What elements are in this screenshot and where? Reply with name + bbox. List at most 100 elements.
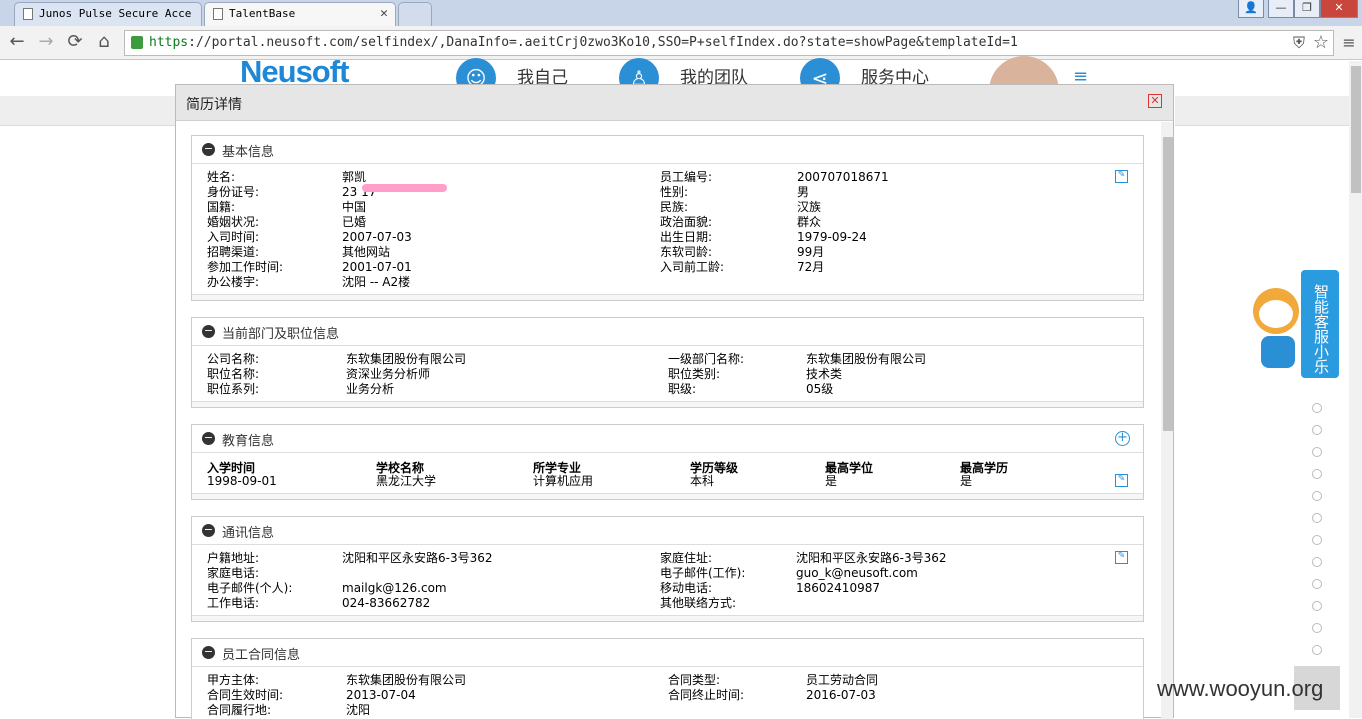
field-value: 18602410987	[796, 581, 880, 595]
edit-icon[interactable]: ✎	[1115, 551, 1128, 564]
field-label: 家庭电话:	[207, 566, 260, 580]
page-dot[interactable]	[1312, 579, 1322, 589]
field-label: 入司时间:	[207, 230, 260, 244]
field-label: 职位名称:	[207, 367, 260, 381]
page-dot[interactable]	[1312, 447, 1322, 457]
url-rest: ://portal.neusoft.com/selfindex/,DanaInf…	[188, 35, 1018, 50]
section-education: − 教育信息 + 入学时间 学校名称 所学专业 学历等级 最高学位 最高学历 1…	[191, 424, 1144, 500]
shield-icon[interactable]: ⛨	[1287, 31, 1311, 55]
field-value: 资深业务分析师	[346, 367, 431, 381]
page-dot[interactable]	[1312, 623, 1322, 633]
page-dot[interactable]	[1312, 601, 1322, 611]
user-icon[interactable]: 👤	[1238, 0, 1264, 18]
field-value: 其他网站	[342, 245, 391, 259]
page-dot[interactable]	[1312, 403, 1322, 413]
section-header[interactable]: − 员工合同信息	[192, 639, 1143, 667]
back-icon[interactable]: ←	[5, 30, 29, 54]
page-dot[interactable]	[1312, 535, 1322, 545]
star-icon[interactable]: ☆	[1309, 31, 1333, 55]
field-value: 汉族	[797, 200, 822, 214]
field-value: 200707018671	[797, 170, 889, 184]
section-footer	[192, 493, 1143, 499]
page-dot[interactable]	[1312, 645, 1322, 655]
field-label: 合同生效时间:	[207, 688, 284, 702]
collapse-icon[interactable]: −	[202, 143, 215, 156]
field-label: 家庭住址:	[660, 551, 713, 565]
edit-icon[interactable]: ✎	[1115, 170, 1128, 183]
collapse-icon[interactable]: −	[202, 432, 215, 445]
section-header[interactable]: − 教育信息 +	[192, 425, 1143, 453]
page-dot[interactable]	[1312, 425, 1322, 435]
table-cell: 计算机应用	[533, 474, 594, 488]
restore-button[interactable]: ❐	[1294, 0, 1320, 18]
section-title: 基本信息	[222, 145, 275, 160]
modal-scrollbar-thumb[interactable]	[1163, 137, 1173, 431]
modal-header: 简历详情 ✕	[176, 85, 1173, 121]
section-contract: − 员工合同信息 甲方主体: 东软集团股份有限公司 合同生效时间: 2013-0…	[191, 638, 1144, 719]
field-label: 员工编号:	[660, 170, 713, 184]
field-label: 合同履行地:	[207, 703, 272, 717]
section-title: 当前部门及职位信息	[222, 327, 340, 342]
url-scheme: https	[149, 35, 189, 50]
field-value: 东软集团股份有限公司	[346, 352, 467, 366]
section-header[interactable]: − 通讯信息	[192, 517, 1143, 545]
forward-icon[interactable]: →	[34, 30, 58, 54]
browser-menu-icon[interactable]: ≡	[1337, 31, 1361, 55]
field-value: guo_k@neusoft.com	[796, 566, 918, 580]
field-label: 合同类型:	[668, 673, 721, 687]
page-dot[interactable]	[1312, 513, 1322, 523]
table-cell: 是	[960, 474, 973, 488]
page-icon	[213, 8, 223, 20]
collapse-icon[interactable]: −	[202, 524, 215, 537]
section-footer	[192, 615, 1143, 621]
page-dot[interactable]	[1312, 469, 1322, 479]
minimize-button[interactable]: —	[1268, 0, 1294, 18]
section-basic: − 基本信息 ✎ 姓名: 郭凯 身份证号: 23 17 国籍: 中国 婚姻状况:…	[191, 135, 1144, 301]
page-dot[interactable]	[1312, 491, 1322, 501]
close-window-button[interactable]: ✕	[1320, 0, 1358, 18]
tab-title: Junos Pulse Secure Acce	[39, 7, 192, 20]
tab-title: TalentBase	[229, 7, 296, 20]
section-title: 员工合同信息	[222, 648, 301, 663]
mascot-face	[1259, 300, 1293, 328]
page-scrollbar-thumb[interactable]	[1351, 66, 1361, 193]
field-label: 出生日期:	[660, 230, 713, 244]
address-bar[interactable]: https://portal.neusoft.com/selfindex/,Da…	[124, 30, 1334, 56]
field-value: 群众	[797, 215, 822, 229]
field-label: 合同终止时间:	[668, 688, 745, 702]
tab-junos[interactable]: Junos Pulse Secure Acce	[14, 2, 202, 26]
field-label: 姓名:	[207, 170, 236, 184]
page-dot[interactable]	[1312, 557, 1322, 567]
field-value: 沈阳和平区永安路6-3号362	[796, 551, 947, 565]
collapse-icon[interactable]: −	[202, 646, 215, 659]
section-header[interactable]: − 当前部门及职位信息	[192, 318, 1143, 346]
home-icon[interactable]: ⌂	[92, 30, 116, 54]
field-value: mailgk@126.com	[342, 581, 447, 595]
field-label: 电子邮件(个人):	[207, 581, 293, 595]
field-label: 国籍:	[207, 200, 236, 214]
page-icon	[23, 8, 33, 20]
field-label: 公司名称:	[207, 352, 260, 366]
section-title: 教育信息	[222, 434, 275, 449]
tab-close-icon[interactable]: ✕	[380, 3, 388, 25]
field-value: 2013-07-04	[346, 688, 416, 702]
field-value: 业务分析	[346, 382, 395, 396]
chat-assistant-button[interactable]: 智能客服小乐	[1301, 270, 1339, 378]
reload-icon[interactable]: ⟳	[63, 30, 87, 54]
mascot-body	[1261, 336, 1295, 368]
close-icon[interactable]: ✕	[1148, 94, 1162, 108]
field-label: 招聘渠道:	[207, 245, 260, 259]
field-label: 办公楼宇:	[207, 275, 260, 289]
section-header[interactable]: − 基本信息	[192, 136, 1143, 164]
new-tab-button[interactable]	[398, 2, 432, 26]
mascot-icon[interactable]	[1249, 278, 1305, 370]
tab-talentbase[interactable]: TalentBase ✕	[204, 2, 396, 26]
section-department: − 当前部门及职位信息 公司名称: 东软集团股份有限公司 职位名称: 资深业务分…	[191, 317, 1144, 408]
section-footer	[192, 401, 1143, 407]
edit-icon[interactable]: ✎	[1115, 474, 1128, 487]
table-cell: 是	[825, 474, 838, 488]
field-value: 2007-07-03	[342, 230, 412, 244]
field-value: 99月	[797, 245, 825, 259]
add-icon[interactable]: +	[1115, 431, 1130, 446]
collapse-icon[interactable]: −	[202, 325, 215, 338]
